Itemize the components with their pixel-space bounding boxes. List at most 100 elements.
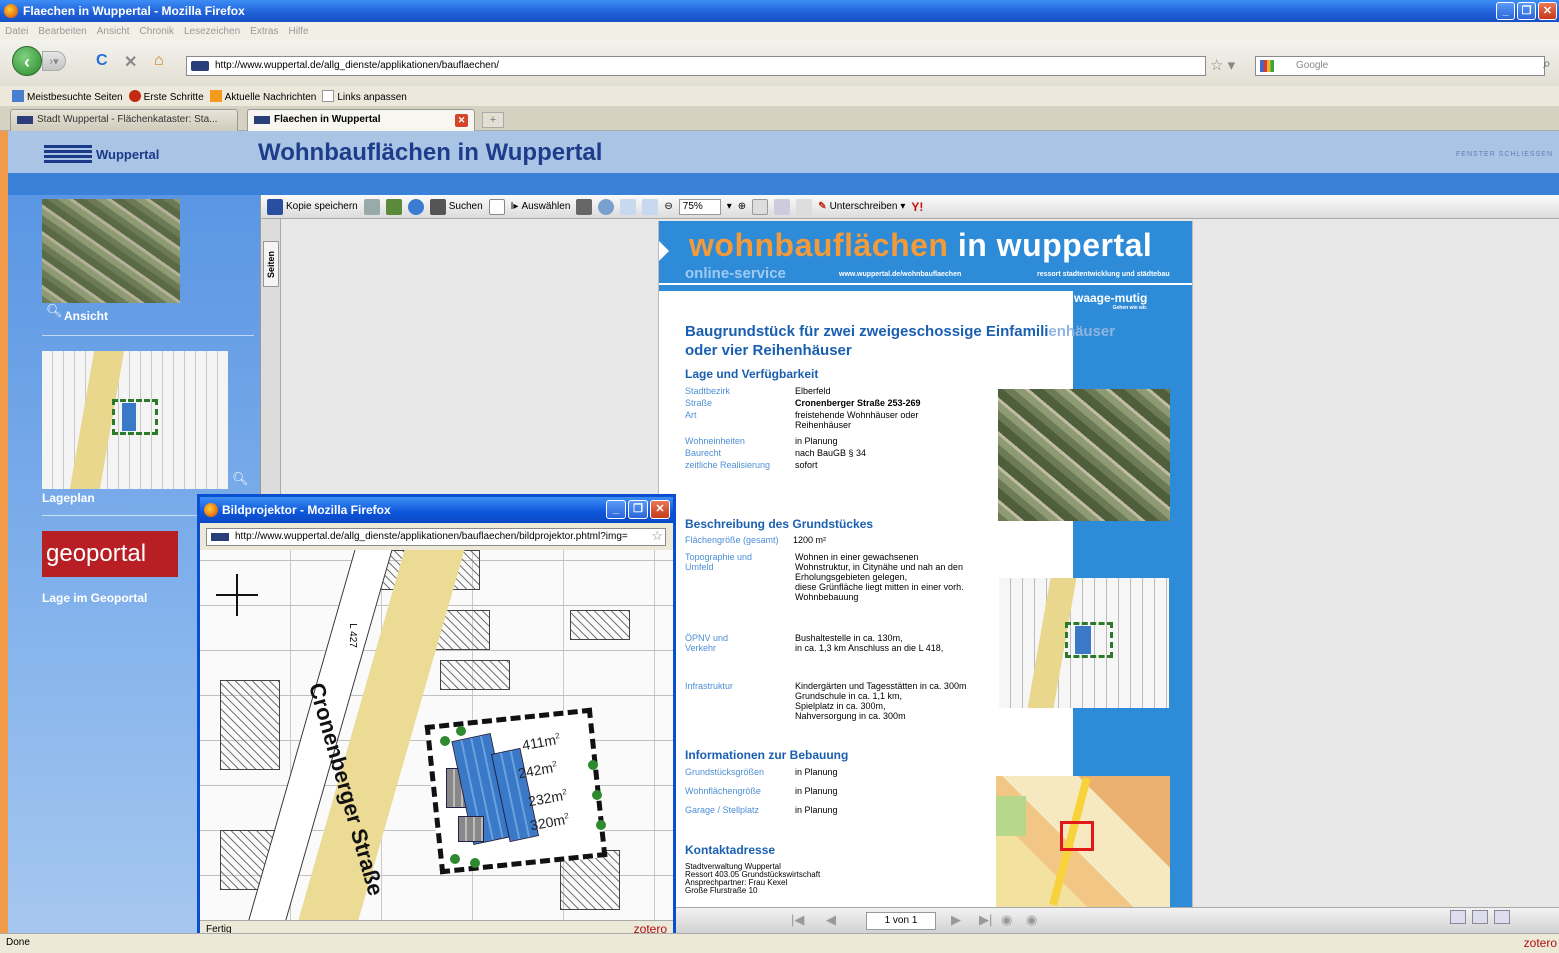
two-page-icon[interactable]	[1494, 910, 1510, 924]
tab-flaechen-wuppertal[interactable]: Flaechen in Wuppertal ✕	[247, 109, 475, 131]
close-button[interactable]: ✕	[1538, 2, 1557, 20]
back-view-icon[interactable]: ◉	[1001, 912, 1012, 928]
popup-url-bar[interactable]: http://www.wuppertal.de/allg_dienste/app…	[206, 528, 666, 546]
new-tab-button[interactable]: +	[482, 112, 504, 128]
page-display-icon[interactable]	[752, 198, 769, 215]
menu-hilfe[interactable]: Hilfe	[289, 26, 309, 37]
maximize-button[interactable]: ❐	[1517, 2, 1536, 20]
sign-pen-icon[interactable]	[796, 198, 813, 215]
search-icon[interactable]: ⌕	[1543, 55, 1551, 72]
bookmark-aktuelle-nachrichten[interactable]: Aktuelle Nachrichten	[209, 89, 316, 103]
review-icon[interactable]	[774, 198, 791, 215]
fit-width-icon[interactable]	[642, 198, 659, 215]
wuppertal-logo[interactable]: Wuppertal	[44, 143, 159, 165]
popup-close-button[interactable]: ✕	[650, 500, 670, 519]
back-button[interactable]: ‹	[12, 46, 42, 76]
field-value: in Planung	[795, 767, 838, 777]
pages-tab-label[interactable]: Seiten	[263, 241, 279, 287]
single-page-icon[interactable]	[1450, 910, 1466, 924]
home-icon[interactable]: ⌂	[154, 52, 164, 70]
bookmark-meistbesuchte[interactable]: Meistbesuchte Seiten	[12, 89, 123, 103]
url-bar[interactable]: http://www.wuppertal.de/allg_dienste/app…	[186, 56, 1206, 76]
road-code-label: L 427	[346, 623, 358, 648]
field-value: Erholungsgebieten gelegen,	[795, 572, 908, 582]
close-window-link[interactable]: FENSTER SCHLIESSEN	[1456, 151, 1553, 158]
zoom-out-icon[interactable]: ⊖	[664, 201, 672, 212]
firefox-icon	[4, 4, 18, 18]
menu-chronik[interactable]: Chronik	[140, 26, 174, 37]
forward-view-icon[interactable]: ◉	[1026, 912, 1037, 928]
yahoo-icon[interactable]: Y!	[911, 200, 923, 214]
stop-icon[interactable]: ✕	[124, 52, 137, 72]
continuous-icon[interactable]	[1472, 910, 1488, 924]
field-value: in Planung	[795, 805, 838, 815]
zoom-level-input[interactable]: 75%	[678, 198, 721, 215]
tab-flaechenkataster[interactable]: Stadt Wuppertal - Flächenkataster: Sta..…	[10, 109, 238, 131]
folder-icon	[12, 89, 24, 102]
snapshot-icon[interactable]	[576, 198, 593, 215]
print-icon[interactable]	[363, 198, 380, 215]
page-number-input[interactable]: 1 von 1	[866, 912, 936, 930]
email-icon[interactable]	[407, 198, 424, 215]
lageplan-thumbnail[interactable]	[42, 351, 228, 489]
binoculars-icon	[429, 198, 446, 215]
select-tool-button[interactable]: I▸ Auswählen	[511, 201, 571, 212]
firefox-icon	[204, 503, 218, 517]
field-label: Garage / Stellplatz	[685, 805, 760, 815]
header-blue-band	[8, 173, 1559, 195]
menu-ansicht[interactable]: Ansicht	[97, 26, 130, 37]
sidebar-item-ansicht[interactable]: Ansicht	[64, 309, 108, 323]
aerial-thumbnail[interactable]	[42, 199, 180, 303]
field-label: Grundstücksgrößen	[685, 767, 765, 777]
zoom-in-icon[interactable]	[598, 198, 615, 215]
tab-close-icon[interactable]: ✕	[455, 114, 468, 127]
geoportal-logo[interactable]: geoportal	[42, 531, 178, 577]
field-value: freistehende Wohnhäuser oder	[795, 410, 919, 420]
save-copy-button[interactable]: Kopie speichern	[267, 198, 358, 215]
search-input[interactable]: Google	[1255, 56, 1545, 76]
online-service-label: online-service	[685, 265, 786, 282]
site-plan-large: 411m2 242m2 232m2 320m2 Cronenberger Str…	[200, 550, 673, 920]
hand-tool-icon[interactable]	[488, 198, 505, 215]
reload-icon[interactable]: C	[96, 52, 108, 70]
sign-button[interactable]: ✎ Unterschreiben ▾	[818, 201, 905, 212]
field-value: in ca. 1,3 km Anschluss an die L 418,	[795, 643, 944, 653]
bookmark-erste-schritte[interactable]: Erste Schritte	[128, 89, 204, 103]
site-header	[8, 131, 1559, 173]
search-button[interactable]: Suchen	[429, 198, 483, 215]
window-controls: _ ❐ ✕	[1496, 2, 1557, 20]
menu-bearbeiten[interactable]: Bearbeiten	[38, 26, 86, 37]
zoom-plus-icon[interactable]: ⊕	[738, 201, 746, 212]
menu-datei[interactable]: Datei	[5, 26, 28, 37]
doc-heading-part2: in wuppertal	[957, 227, 1153, 263]
prev-page-icon[interactable]: ◀	[826, 912, 836, 928]
field-label: zeitliche Realisierung	[685, 460, 771, 470]
hatched-building	[440, 660, 510, 690]
next-page-icon[interactable]: ▶	[951, 912, 961, 928]
sidebar-item-geoportal[interactable]: Lage im Geoportal	[42, 591, 147, 605]
divider	[42, 335, 254, 336]
menu-lesezeichen[interactable]: Lesezeichen	[184, 26, 240, 37]
bookmark-links-anpassen[interactable]: Links anpassen	[322, 89, 407, 103]
popup-maximize-button[interactable]: ❐	[628, 500, 648, 519]
bookmark-star-icon[interactable]: ☆ ▾	[1210, 56, 1235, 74]
export-icon[interactable]	[385, 198, 402, 215]
popup-minimize-button[interactable]: _	[606, 500, 626, 519]
zoom-dropdown-icon[interactable]: ▾	[727, 201, 732, 212]
field-value: Cronenberger Straße 253-269	[795, 398, 921, 408]
minimize-button[interactable]: _	[1496, 2, 1515, 20]
zotero-icon[interactable]: zotero	[1524, 934, 1557, 952]
menu-extras[interactable]: Extras	[250, 26, 278, 37]
forward-button[interactable]: ›▾	[42, 51, 66, 71]
fit-page-icon[interactable]	[620, 198, 637, 215]
wuppertal-logo-mark-icon	[44, 145, 92, 163]
bookmark-star-icon[interactable]: ☆	[651, 529, 663, 544]
compass-rose-icon	[216, 574, 258, 616]
doc-title-line2: oder vier Reihenhäuser	[685, 342, 852, 359]
magnifier-icon[interactable]: 🔍︎	[46, 303, 63, 319]
magnifier-icon[interactable]: 🔍︎	[232, 471, 249, 487]
sidebar-item-lageplan[interactable]: Lageplan	[42, 491, 95, 505]
first-page-icon[interactable]: |◀	[791, 912, 804, 928]
last-page-icon[interactable]: ▶|	[979, 912, 992, 928]
field-value: 1200 m²	[793, 535, 827, 545]
